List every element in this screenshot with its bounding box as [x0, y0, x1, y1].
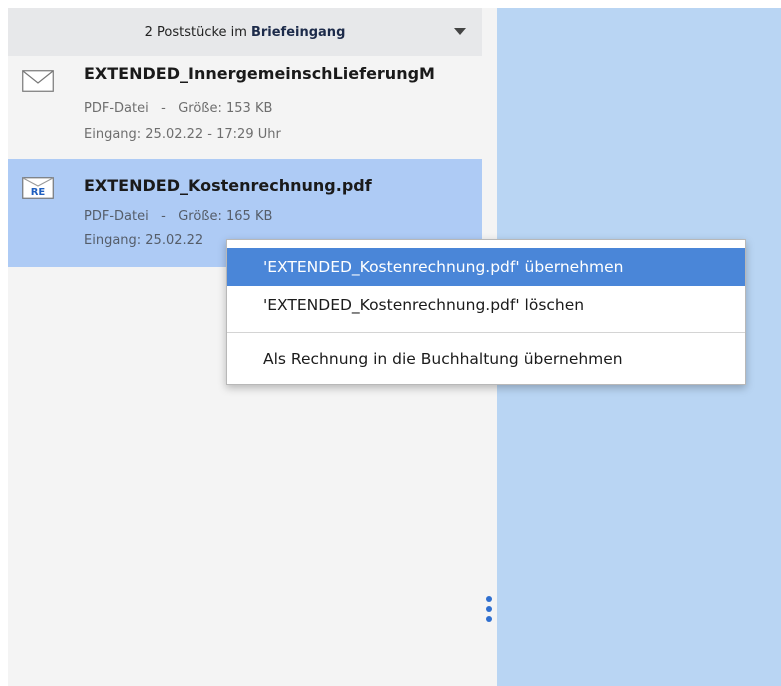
context-menu: 'EXTENDED_Kostenrechnung.pdf' übernehmen…: [226, 239, 746, 385]
menu-divider: [227, 332, 745, 333]
inbox-count: 2 Poststücke im: [144, 24, 247, 40]
mail-type-size: PDF-Datei - Größe: 153 KB: [84, 101, 272, 116]
mail-received: Eingang: 25.02.22 - 17:29 Uhr: [84, 127, 281, 142]
inbox-header[interactable]: 2 Poststücke im Briefeingang: [8, 8, 482, 56]
mail-size: Größe: 165 KB: [178, 209, 273, 224]
menu-item-accept[interactable]: 'EXTENDED_Kostenrechnung.pdf' übernehmen: [227, 248, 745, 286]
invoice-icon-text: RE: [31, 187, 46, 198]
mail-title: EXTENDED_Kostenrechnung.pdf: [84, 176, 372, 195]
menu-item-accounting[interactable]: Als Rechnung in die Buchhaltung übernehm…: [227, 340, 745, 378]
mail-size: Größe: 153 KB: [178, 101, 273, 116]
inbox-folder-name: Briefeingang: [250, 24, 346, 40]
mail-type-size: PDF-Datei - Größe: 165 KB: [84, 209, 272, 224]
meta-separator: -: [161, 209, 166, 224]
mail-type: PDF-Datei: [84, 209, 149, 224]
mail-received: Eingang: 25.02.22: [84, 233, 204, 248]
mail-title: EXTENDED_InnergemeinschLieferungM: [84, 64, 435, 83]
menu-item-delete[interactable]: 'EXTENDED_Kostenrechnung.pdf' löschen: [227, 286, 745, 324]
invoice-envelope-icon: RE: [22, 177, 54, 199]
mail-type: PDF-Datei: [84, 101, 149, 116]
more-options-icon[interactable]: [484, 596, 494, 632]
meta-separator: -: [161, 101, 166, 116]
envelope-icon: [22, 70, 54, 92]
mail-item[interactable]: EXTENDED_InnergemeinschLieferungM PDF-Da…: [8, 56, 482, 159]
chevron-down-icon[interactable]: [454, 28, 466, 35]
